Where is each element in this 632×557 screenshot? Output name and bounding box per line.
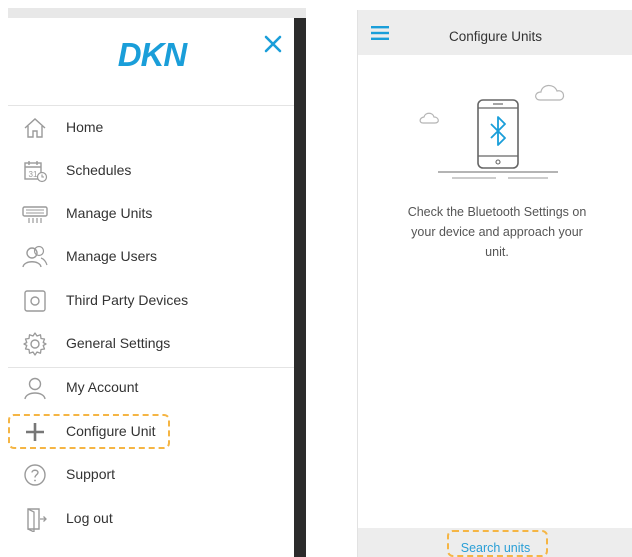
brand-text: DKN — [118, 38, 189, 72]
calendar-icon: 31 — [24, 161, 48, 183]
menu-item-third-party-devices[interactable]: Third Party Devices — [8, 281, 294, 321]
menu-label: Manage Units — [66, 205, 153, 221]
users-icon — [22, 245, 48, 268]
menu-label: Log out — [66, 510, 113, 526]
menu-item-general-settings[interactable]: General Settings — [8, 324, 294, 364]
user-icon — [24, 377, 46, 400]
menu-item-manage-users[interactable]: Manage Users — [8, 237, 294, 277]
navigation-drawer: DKN Home 31 Schedules Manage Units Manag… — [8, 18, 294, 557]
menu-label: Schedules — [66, 162, 132, 178]
page-title: Configure Units — [448, 29, 543, 44]
device-icon — [24, 290, 46, 312]
menu-label: General Settings — [66, 335, 171, 351]
menu-label: Third Party Devices — [66, 292, 189, 308]
menu-item-my-account[interactable]: My Account — [8, 368, 294, 408]
menu-label: Support — [66, 466, 116, 482]
menu-label: My Account — [66, 379, 139, 395]
status-bar — [8, 8, 306, 18]
drawer-overlay — [294, 18, 306, 557]
menu-item-schedules[interactable]: 31 Schedules — [8, 151, 294, 191]
menu-item-home[interactable]: Home — [8, 108, 294, 148]
help-icon — [24, 464, 46, 486]
highlight-search-units — [447, 530, 548, 557]
bluetooth-phone-icon — [419, 84, 565, 179]
dkn-logo: DKN — [118, 38, 190, 72]
divider — [8, 105, 294, 106]
menu-item-log-out[interactable]: Log out — [8, 499, 294, 539]
menu-item-manage-units[interactable]: Manage Units — [8, 194, 294, 234]
app-bar: Configure Units — [358, 10, 632, 55]
configure-units-screen: Configure Units Check the Bluetooth Sett… — [357, 10, 632, 557]
gear-icon — [23, 332, 47, 356]
home-icon — [24, 118, 46, 138]
calendar-day: 31 — [29, 170, 38, 179]
menu-label: Manage Users — [66, 248, 158, 264]
logout-icon — [27, 508, 47, 532]
highlight-configure-unit — [8, 414, 170, 449]
instruction-text: Check the Bluetooth Settings on your dev… — [407, 205, 587, 259]
menu-label: Home — [66, 119, 104, 135]
menu-item-support[interactable]: Support — [8, 455, 294, 495]
air-unit-icon — [22, 206, 48, 223]
close-icon[interactable] — [261, 32, 285, 56]
